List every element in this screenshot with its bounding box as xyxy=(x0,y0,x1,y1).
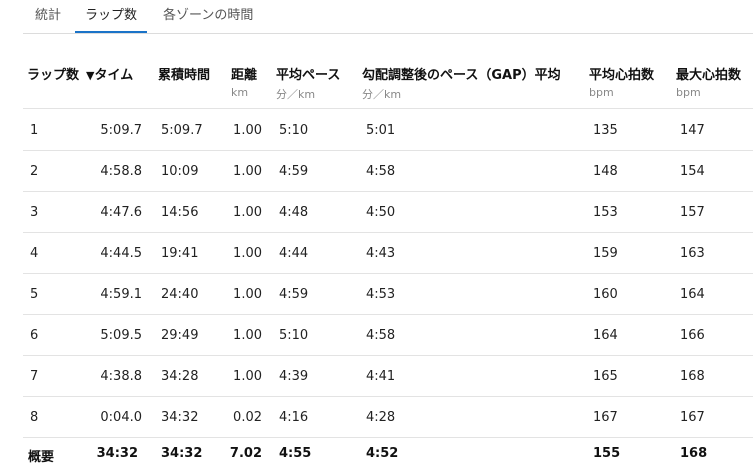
cell-avg-hr: 159 xyxy=(593,246,618,261)
cell-avg-pace: 4:16 xyxy=(279,410,309,425)
cell-gap: 4:41 xyxy=(366,369,396,384)
header-lap[interactable]: ラップ数 xyxy=(27,64,79,83)
cell-max-hr: 168 xyxy=(680,369,705,384)
cell-time: 4:38.8 xyxy=(100,369,142,384)
tab-zone-time[interactable]: 各ゾーンの時間 xyxy=(163,0,253,32)
cell-time: 4:58.8 xyxy=(100,164,142,179)
header-time[interactable]: ▼タイム xyxy=(86,64,133,83)
cell-cumulative: 19:41 xyxy=(161,246,199,261)
tab-laps[interactable]: ラップ数 xyxy=(75,0,148,33)
summary-avg-hr: 155 xyxy=(593,446,621,461)
cell-distance: 1.00 xyxy=(233,246,262,261)
cell-max-hr: 154 xyxy=(680,164,705,179)
header-avg-hr[interactable]: 平均心拍数 xyxy=(589,64,654,83)
cell-gap: 4:28 xyxy=(366,410,396,425)
cell-cumulative: 10:09 xyxy=(161,164,199,179)
cell-gap: 5:01 xyxy=(366,123,396,138)
row-divider xyxy=(23,273,753,274)
cell-distance: 0.02 xyxy=(233,410,262,425)
header-distance[interactable]: 距離 xyxy=(231,64,257,83)
cell-cumulative: 24:40 xyxy=(161,287,199,302)
row-divider xyxy=(23,314,753,315)
cell-cumulative: 29:49 xyxy=(161,328,199,343)
cell-avg-pace: 4:44 xyxy=(279,246,309,261)
summary-label: 概要 xyxy=(28,450,55,465)
summary-distance: 7.02 xyxy=(229,446,262,461)
row-divider xyxy=(23,150,753,151)
cell-distance: 1.00 xyxy=(233,164,262,179)
cell-max-hr: 163 xyxy=(680,246,705,261)
cell-distance: 1.00 xyxy=(233,369,262,384)
cell-distance: 1.00 xyxy=(233,328,262,343)
summary-cumulative: 34:32 xyxy=(161,446,203,461)
cell-avg-pace: 4:59 xyxy=(279,164,309,179)
cell-distance: 1.00 xyxy=(233,205,262,220)
cell-lap: 3 xyxy=(30,205,39,220)
header-avg-hr-unit: bpm xyxy=(589,86,614,99)
header-avg-pace-unit: 分／km xyxy=(276,88,316,101)
header-avg-pace[interactable]: 平均ペース xyxy=(276,64,340,83)
cell-cumulative: 5:09.7 xyxy=(161,123,203,138)
cell-avg-pace: 4:59 xyxy=(279,287,309,302)
cell-time: 0:04.0 xyxy=(100,410,142,425)
header-max-hr[interactable]: 最大心拍数 xyxy=(676,64,741,83)
cell-cumulative: 14:56 xyxy=(161,205,199,220)
cell-avg-hr: 153 xyxy=(593,205,618,220)
cell-lap: 2 xyxy=(30,164,39,179)
cell-max-hr: 157 xyxy=(680,205,705,220)
cell-cumulative: 34:28 xyxy=(161,369,199,384)
row-divider xyxy=(23,232,753,233)
cell-time: 4:44.5 xyxy=(100,246,142,261)
cell-max-hr: 167 xyxy=(680,410,705,425)
row-divider xyxy=(23,437,753,438)
cell-time: 4:59.1 xyxy=(100,287,142,302)
row-divider xyxy=(23,396,753,397)
cell-avg-pace: 4:39 xyxy=(279,369,309,384)
header-max-hr-unit: bpm xyxy=(676,86,701,99)
cell-gap: 4:58 xyxy=(366,328,396,343)
cell-avg-pace: 4:48 xyxy=(279,205,309,220)
cell-max-hr: 147 xyxy=(680,123,705,138)
header-cumulative[interactable]: 累積時間 xyxy=(158,64,210,83)
cell-avg-hr: 160 xyxy=(593,287,618,302)
summary-time: 34:32 xyxy=(96,446,138,461)
cell-avg-hr: 164 xyxy=(593,328,618,343)
cell-max-hr: 166 xyxy=(680,328,705,343)
cell-gap: 4:53 xyxy=(366,287,396,302)
cell-avg-hr: 148 xyxy=(593,164,618,179)
header-distance-unit: km xyxy=(231,86,249,99)
cell-gap: 4:43 xyxy=(366,246,396,261)
cell-time: 5:09.7 xyxy=(100,123,142,138)
cell-lap: 6 xyxy=(30,328,39,343)
row-divider xyxy=(23,355,753,356)
cell-lap: 5 xyxy=(30,287,39,302)
cell-avg-pace: 5:10 xyxy=(279,123,309,138)
cell-max-hr: 164 xyxy=(680,287,705,302)
row-divider xyxy=(23,108,753,109)
cell-gap: 4:50 xyxy=(366,205,396,220)
cell-gap: 4:58 xyxy=(366,164,396,179)
cell-cumulative: 34:32 xyxy=(161,410,199,425)
cell-avg-pace: 5:10 xyxy=(279,328,309,343)
summary-avg-pace: 4:55 xyxy=(279,446,312,461)
cell-lap: 7 xyxy=(30,369,39,384)
cell-lap: 1 xyxy=(30,123,39,138)
header-gap-unit: 分／km xyxy=(362,88,402,101)
cell-lap: 4 xyxy=(30,246,39,261)
cell-time: 4:47.6 xyxy=(100,205,142,220)
cell-distance: 1.00 xyxy=(233,123,262,138)
cell-distance: 1.00 xyxy=(233,287,262,302)
header-gap[interactable]: 勾配調整後のペース（GAP）平均 xyxy=(362,64,561,83)
cell-avg-hr: 135 xyxy=(593,123,618,138)
cell-lap: 8 xyxy=(30,410,39,425)
cell-time: 5:09.5 xyxy=(100,328,142,343)
summary-max-hr: 168 xyxy=(680,446,708,461)
cell-avg-hr: 165 xyxy=(593,369,618,384)
tab-stats[interactable]: 統計 xyxy=(35,0,61,32)
cell-avg-hr: 167 xyxy=(593,410,618,425)
header-time-label: タイム xyxy=(94,68,134,83)
summary-gap: 4:52 xyxy=(366,446,399,461)
row-divider xyxy=(23,191,753,192)
tab-bar: 統計 ラップ数 各ゾーンの時間 xyxy=(23,0,753,34)
